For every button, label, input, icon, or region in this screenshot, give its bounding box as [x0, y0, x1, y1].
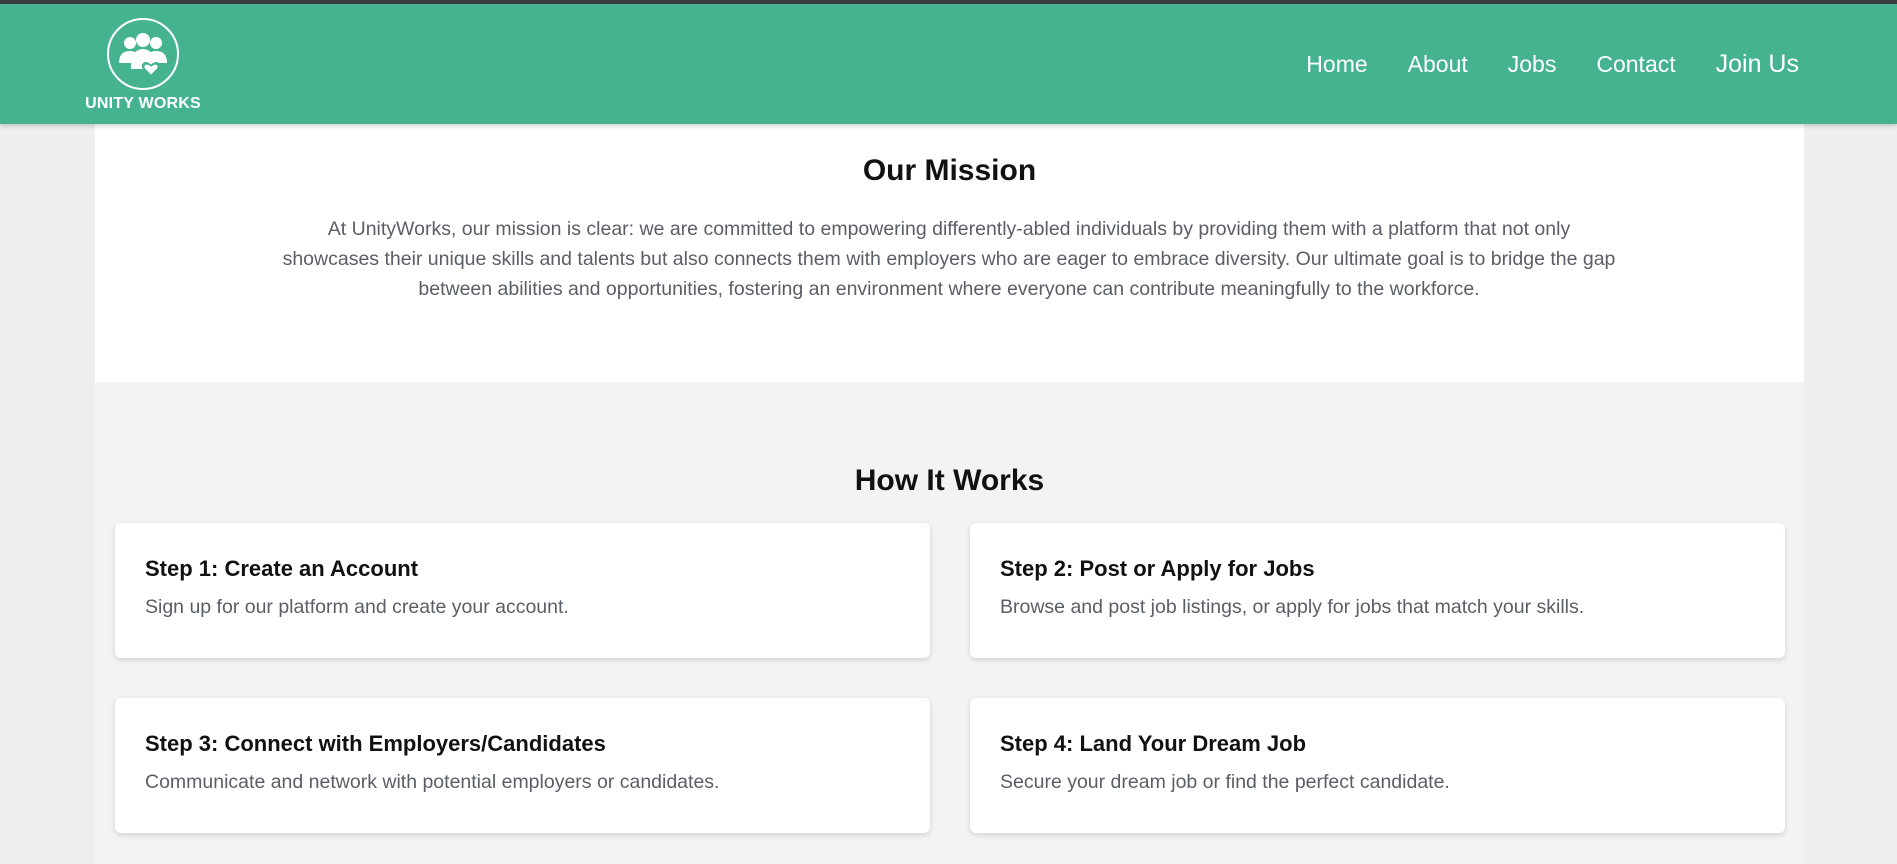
how-it-works-section: How It Works Step 1: Create an Account S… — [95, 382, 1804, 864]
step-description: Sign up for our platform and create your… — [145, 596, 569, 618]
nav-jobs-link[interactable]: Jobs — [1508, 51, 1557, 78]
step-card: Step 1: Create an Account Sign up for ou… — [115, 523, 930, 658]
nav-contact-link[interactable]: Contact — [1596, 51, 1675, 78]
step-card: Step 3: Connect with Employers/Candidate… — [115, 698, 930, 833]
brand-name: UNITY WORKS — [85, 95, 201, 112]
navbar: UNITY WORKS Home About Jobs Contact Join… — [0, 4, 1897, 124]
step-card: Step 4: Land Your Dream Job Secure your … — [970, 698, 1785, 833]
mission-text: At UnityWorks, our mission is clear: we … — [282, 218, 1616, 300]
step-description: Communicate and network with potential e… — [145, 771, 720, 793]
logo[interactable]: UNITY WORKS — [84, 18, 202, 118]
how-it-works-title: How It Works — [854, 464, 1045, 497]
nav-about-link[interactable]: About — [1408, 51, 1468, 78]
step-title: Step 3: Connect with Employers/Candidate… — [145, 731, 606, 756]
main-nav: Home About Jobs Contact Join Us — [1266, 50, 1799, 79]
people-heart-icon — [119, 33, 167, 77]
step-title: Step 4: Land Your Dream Job — [1000, 731, 1307, 756]
step-card: Step 2: Post or Apply for Jobs Browse an… — [970, 523, 1785, 658]
nav-home-link[interactable]: Home — [1306, 51, 1367, 78]
mission-section: Our Mission At UnityWorks, our mission i… — [95, 124, 1804, 382]
step-title: Step 2: Post or Apply for Jobs — [1000, 556, 1315, 581]
step-title: Step 1: Create an Account — [145, 556, 419, 581]
step-description: Browse and post job listings, or apply f… — [1000, 596, 1585, 618]
nav-join-us-link[interactable]: Join Us — [1716, 50, 1799, 79]
logo-circle — [107, 18, 179, 90]
step-description: Secure your dream job or find the perfec… — [1000, 771, 1450, 793]
mission-title: Our Mission — [862, 154, 1037, 187]
